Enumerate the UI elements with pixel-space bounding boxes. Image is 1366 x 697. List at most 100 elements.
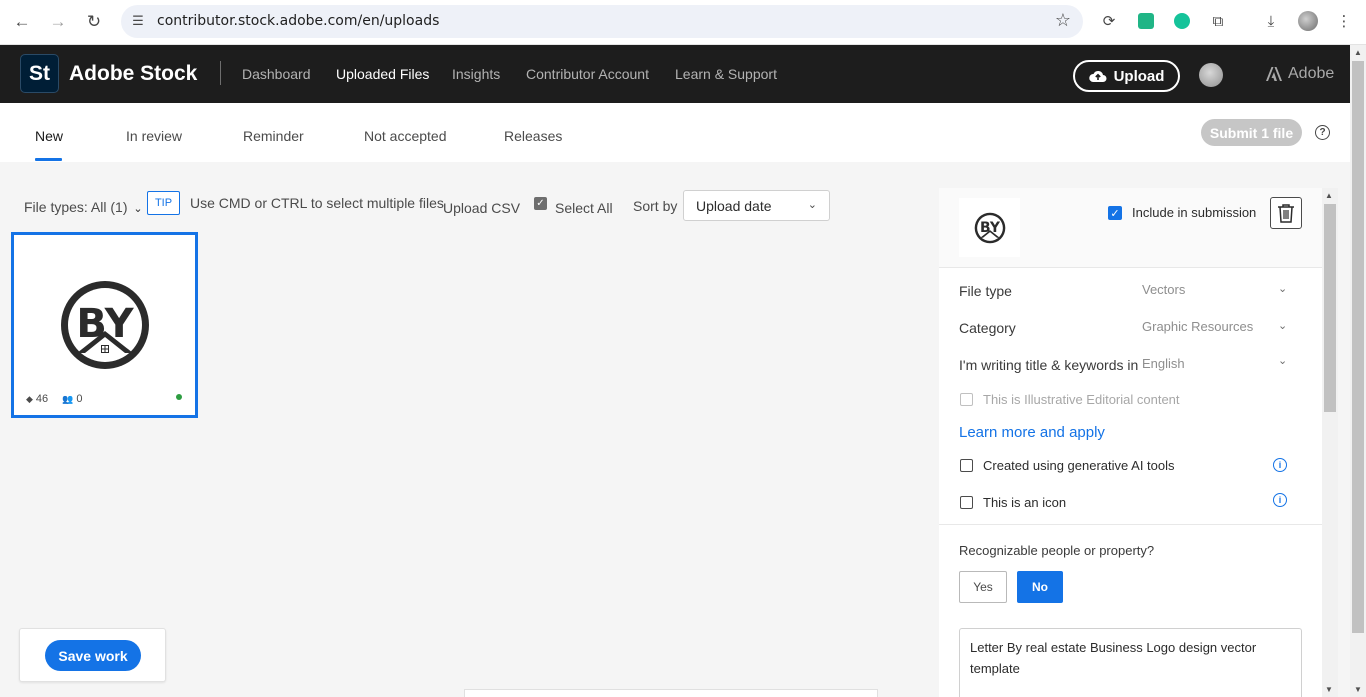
recognizable-yes-button[interactable]: Yes [959, 571, 1007, 603]
trash-icon [1278, 204, 1294, 223]
tab-in-review[interactable]: In review [126, 128, 182, 144]
tab-not-accepted[interactable]: Not accepted [364, 128, 447, 144]
chevron-down-icon[interactable]: ⌄ [1278, 282, 1287, 295]
address-bar[interactable]: ☰ contributor.stock.adobe.com/en/uploads… [121, 5, 1083, 38]
nav-insights[interactable]: Insights [452, 66, 500, 82]
panel-header: BY ✓ Include in submission [939, 188, 1322, 268]
puzzle-extensions-icon[interactable]: ⧉ [1208, 11, 1228, 31]
panel-scrollbar[interactable]: ▲ ▼ [1322, 188, 1338, 697]
scroll-down-arrow-icon[interactable]: ▼ [1354, 685, 1362, 694]
save-work-button[interactable]: Save work [45, 640, 141, 671]
page-scrollbar[interactable]: ▲ ▼ [1350, 45, 1366, 697]
is-icon-label[interactable]: This is an icon [983, 495, 1066, 510]
panel-divider [939, 524, 1322, 525]
nav-contributor-account[interactable]: Contributor Account [526, 66, 649, 82]
chevron-down-icon: ⌄ [807, 199, 817, 211]
title-textarea[interactable]: Letter By real estate Business Logo desi… [959, 628, 1302, 697]
tip-text: Use CMD or CTRL to select multiple files [190, 195, 444, 211]
adobe-logo[interactable]: Adobe [1266, 65, 1334, 83]
editorial-checkbox[interactable] [960, 393, 973, 406]
recognizable-label: Recognizable people or property? [959, 543, 1155, 558]
save-work-panel: Save work [19, 628, 166, 682]
panel-scroll-thumb[interactable] [1324, 204, 1336, 412]
people-icon: 👥 [62, 393, 74, 404]
reload-icon[interactable]: ↻ [82, 10, 106, 34]
is-icon-checkbox[interactable] [960, 496, 973, 509]
chevron-down-icon: ⌄ [133, 203, 143, 215]
keywords-count: ◆ 46 [26, 393, 48, 405]
thumbnail-meta: ◆ 46 👥 0 [26, 393, 83, 405]
upload-thumbnail[interactable]: BY ◆ 46 👥 0 [11, 232, 198, 418]
include-in-submission-checkbox[interactable]: ✓ [1108, 206, 1122, 220]
delete-button[interactable] [1270, 197, 1302, 229]
people-count-value: 0 [76, 393, 83, 405]
bottom-scroll-strip [464, 689, 878, 697]
upload-button[interactable]: Upload [1073, 60, 1180, 92]
keywords-count-value: 46 [35, 393, 49, 405]
by-logo-preview: BY [974, 212, 1005, 243]
editorial-label: This is Illustrative Editorial content [983, 392, 1180, 407]
download-icon[interactable]: ⤓ [1261, 11, 1281, 31]
chevron-down-icon[interactable]: ⌄ [1278, 354, 1287, 367]
info-icon[interactable]: i [1273, 493, 1287, 507]
file-preview: BY [959, 198, 1020, 257]
active-tab-indicator [35, 158, 62, 161]
user-avatar[interactable] [1199, 63, 1223, 87]
language-label: I'm writing title & keywords in [959, 357, 1139, 373]
upload-csv-link[interactable]: Upload CSV [443, 200, 520, 216]
include-in-submission-label[interactable]: Include in submission [1132, 205, 1256, 220]
nav-dashboard[interactable]: Dashboard [242, 66, 311, 82]
svg-text:BY: BY [76, 301, 134, 347]
file-type-select[interactable]: Vectors [1142, 282, 1185, 297]
header-divider [220, 61, 221, 85]
tab-reminder[interactable]: Reminder [243, 128, 304, 144]
bookmark-star-icon[interactable]: ☆ [1055, 10, 1071, 31]
people-count: 👥 0 [62, 393, 82, 405]
generative-ai-checkbox[interactable] [960, 459, 973, 472]
tab-releases[interactable]: Releases [504, 128, 562, 144]
sort-value: Upload date [696, 198, 772, 214]
file-types-label: File types: All (1) [24, 199, 128, 215]
category-select[interactable]: Graphic Resources [1142, 319, 1253, 334]
recognizable-no-button[interactable]: No [1017, 571, 1063, 603]
site-header: St Adobe Stock Dashboard Uploaded Files … [0, 45, 1366, 103]
sync-extension-icon[interactable]: ⟳ [1099, 11, 1119, 31]
learn-more-link[interactable]: Learn more and apply [959, 424, 1105, 441]
adobe-label: Adobe [1288, 65, 1335, 82]
site-settings-icon[interactable]: ☰ [129, 12, 147, 30]
stock-logo[interactable]: St [20, 54, 59, 93]
browser-menu-icon[interactable]: ⋮ [1334, 11, 1354, 31]
page-scroll-thumb[interactable] [1352, 61, 1364, 633]
nav-uploaded-files[interactable]: Uploaded Files [336, 66, 429, 82]
tab-new[interactable]: New [35, 128, 63, 144]
help-icon[interactable]: ? [1315, 125, 1330, 140]
file-details-panel: BY ✓ Include in submission File type Vec… [939, 188, 1322, 697]
browser-chrome: ← → ↻ ☰ contributor.stock.adobe.com/en/u… [0, 0, 1366, 45]
info-icon[interactable]: i [1273, 458, 1287, 472]
profile-avatar-icon[interactable] [1298, 11, 1318, 31]
green-extension-icon[interactable] [1136, 11, 1156, 31]
tip-badge: TIP [147, 191, 180, 215]
scroll-down-arrow-icon[interactable]: ▼ [1325, 685, 1333, 694]
adobe-mark-icon [1266, 67, 1282, 81]
file-types-filter[interactable]: File types: All (1) ⌄ [24, 199, 143, 215]
back-icon[interactable]: ← [10, 10, 34, 34]
forward-icon[interactable]: → [46, 10, 70, 34]
chevron-down-icon[interactable]: ⌄ [1278, 319, 1287, 332]
svg-text:BY: BY [980, 220, 1001, 236]
tag-icon: ◆ [26, 393, 33, 404]
generative-ai-label[interactable]: Created using generative AI tools [983, 458, 1175, 473]
scroll-up-arrow-icon[interactable]: ▲ [1354, 48, 1362, 57]
submit-files-button[interactable]: Submit 1 file [1201, 119, 1302, 146]
select-all-label[interactable]: Select All [555, 200, 613, 216]
cloud-upload-icon [1088, 70, 1107, 82]
select-all-checkbox[interactable]: ✓ [534, 197, 547, 210]
language-select[interactable]: English [1142, 356, 1185, 371]
sort-dropdown[interactable]: Upload date ⌄ [683, 190, 830, 221]
scroll-up-arrow-icon[interactable]: ▲ [1325, 191, 1333, 200]
grammar-extension-icon[interactable] [1172, 11, 1192, 31]
brand-name[interactable]: Adobe Stock [69, 62, 197, 86]
url-text: contributor.stock.adobe.com/en/uploads [157, 13, 440, 29]
nav-learn-support[interactable]: Learn & Support [675, 66, 777, 82]
by-logo-image: BY [61, 281, 149, 369]
